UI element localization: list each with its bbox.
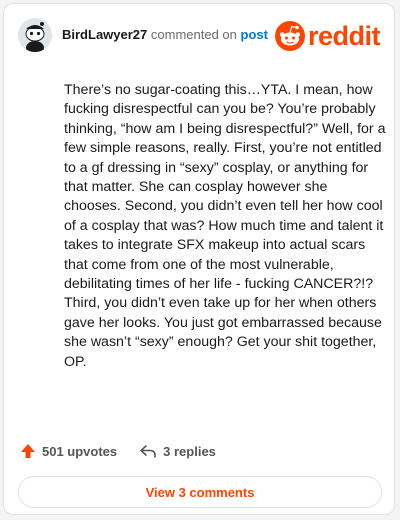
comment-actions: 501 upvotes 3 replies xyxy=(20,441,216,461)
comment-card: BirdLawyer27 commented on post reddit Th… xyxy=(3,3,395,515)
reddit-logo[interactable]: reddit xyxy=(274,20,381,52)
upvote-button[interactable]: 501 upvotes xyxy=(20,443,117,459)
comment-meta: BirdLawyer27 commented on post xyxy=(62,27,268,42)
username-link[interactable]: BirdLawyer27 xyxy=(62,27,147,42)
reply-arrow-icon xyxy=(140,445,156,458)
snoo-avatar-icon xyxy=(18,18,52,52)
user-avatar[interactable] xyxy=(18,18,52,52)
comment-body: There’s no sugar-coating this…YTA. I mea… xyxy=(64,82,386,370)
post-link[interactable]: post xyxy=(241,27,268,42)
reddit-wordmark: reddit xyxy=(307,20,381,51)
replies-count: 3 replies xyxy=(163,443,216,459)
view-comments-button[interactable]: View 3 comments xyxy=(18,476,382,508)
replies-button[interactable]: 3 replies xyxy=(139,443,216,459)
upvote-count: 501 upvotes xyxy=(42,443,118,459)
comment-header: BirdLawyer27 commented on post reddit xyxy=(18,18,381,54)
reddit-snoo-icon xyxy=(274,21,305,51)
action-text: commented on xyxy=(150,27,237,42)
upvote-arrow-icon xyxy=(21,444,35,458)
